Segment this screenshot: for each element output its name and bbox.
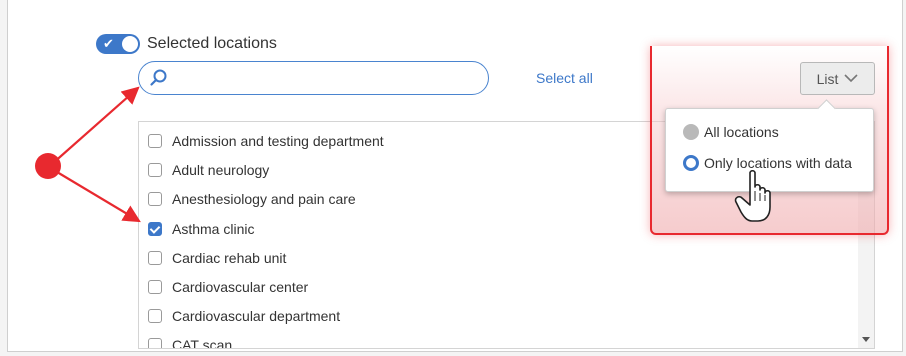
search-icon [150, 69, 167, 86]
location-list-item[interactable]: Cardiovascular center [148, 277, 308, 297]
radio-selected-icon [683, 155, 699, 171]
location-label: Anesthesiology and pain care [172, 191, 356, 208]
selected-locations-toggle[interactable]: ✔ [96, 34, 140, 54]
radio-unselected-icon [683, 124, 699, 140]
chevron-down-icon [844, 74, 858, 83]
toggle-knob [122, 36, 138, 52]
location-list-item[interactable]: Cardiac rehab unit [148, 248, 286, 268]
check-icon: ✔ [103, 36, 114, 51]
checkbox-checked[interactable] [148, 221, 162, 236]
location-list-item[interactable]: Asthma clinic [148, 219, 254, 239]
checkbox-unchecked[interactable] [148, 163, 162, 178]
checkbox-unchecked[interactable] [148, 309, 162, 324]
location-label: Adult neurology [172, 162, 270, 179]
location-list-item[interactable]: CAT scan [148, 335, 233, 349]
list-dropdown-menu: All locations Only locations with data [665, 108, 874, 192]
location-label: Cardiovascular department [172, 308, 341, 325]
option-label: Only locations with data [704, 155, 852, 171]
checkbox-unchecked[interactable] [148, 192, 162, 207]
location-label: Asthma clinic [172, 220, 255, 237]
list-button-label: List [816, 70, 839, 87]
location-label: Admission and testing department [172, 133, 384, 149]
option-label: All locations [704, 124, 779, 140]
toggle-label: Selected locations [147, 35, 277, 52]
location-list-item[interactable]: Anesthesiology and pain care [148, 189, 356, 209]
location-label: CAT scan [172, 337, 233, 349]
checkbox-unchecked[interactable] [148, 134, 162, 148]
option-only-locations-with-data[interactable]: Only locations with data [683, 155, 852, 171]
location-list-item[interactable]: Admission and testing department [148, 131, 384, 151]
select-all-link[interactable]: Select all [536, 70, 593, 86]
location-label: Cardiovascular center [172, 279, 309, 295]
search-input[interactable] [138, 61, 489, 95]
location-label: Cardiac rehab unit [172, 249, 287, 266]
location-list-item[interactable]: Cardiovascular department [148, 306, 340, 326]
option-all-locations[interactable]: All locations [683, 124, 779, 140]
list-view-button[interactable]: List [800, 62, 875, 95]
checkbox-unchecked[interactable] [148, 280, 162, 294]
location-list-item[interactable]: Adult neurology [148, 160, 269, 180]
checkbox-unchecked[interactable] [148, 250, 162, 265]
checkbox-unchecked[interactable] [148, 338, 162, 348]
scroll-down-arrow-icon[interactable] [862, 337, 870, 342]
